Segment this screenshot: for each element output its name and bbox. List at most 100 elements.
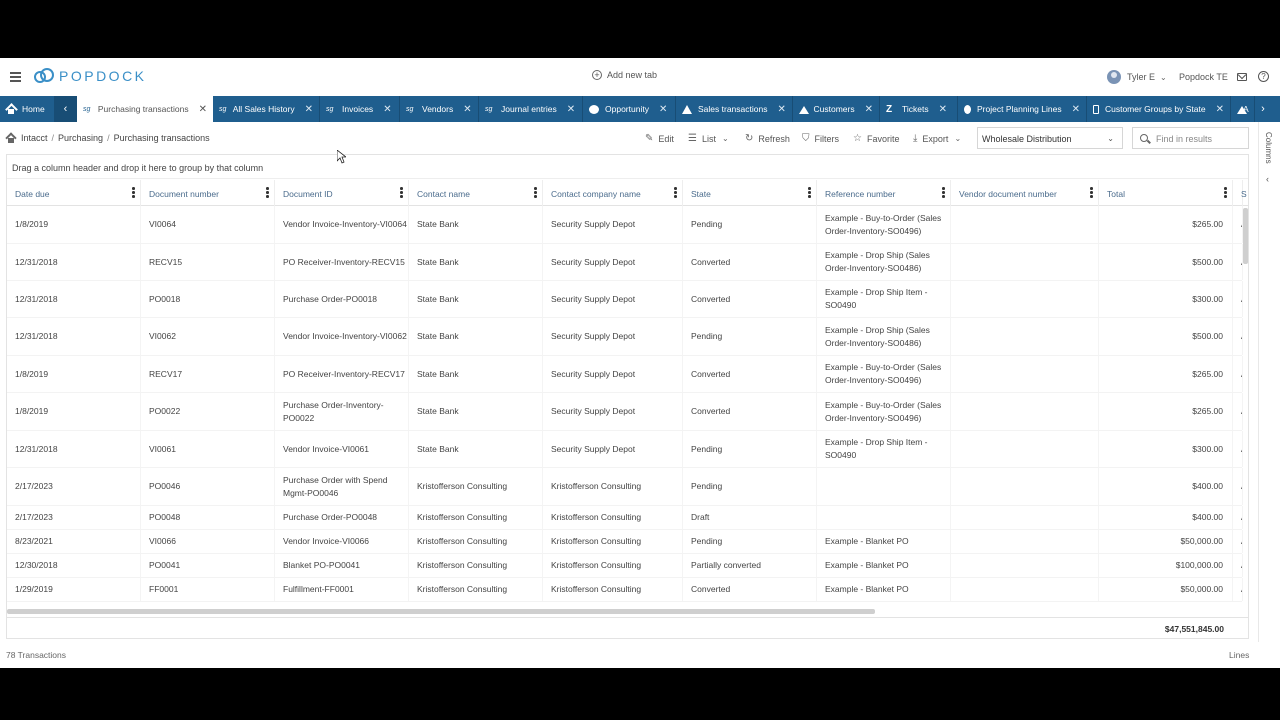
column-header[interactable]: Reference number [817,180,951,206]
user-menu[interactable]: Tyler E ⌄ [1107,70,1167,84]
table-cell: $300.00 [1099,281,1233,317]
column-menu-icon[interactable] [942,187,945,198]
column-menu-icon[interactable] [674,187,677,198]
close-icon[interactable]: ✕ [1216,104,1224,115]
column-header[interactable]: Document number [141,180,275,206]
column-menu-icon[interactable] [132,187,135,198]
table-cell: PO0046 [141,468,275,505]
table-row[interactable]: 1/8/2019 VI0064 Vendor Invoice-Inventory-V… [7,206,1243,244]
help-icon[interactable]: ? [1258,71,1269,82]
tab-all-sales-history[interactable]: sg All Sales History ✕ [213,96,320,122]
column-header-label: Contact company name [551,189,641,199]
tab-scroll-right-button[interactable]: › [1255,96,1271,122]
view-select[interactable]: Wholesale Distribution ⌄ [977,127,1123,149]
mail-icon[interactable] [1237,73,1247,81]
add-new-tab-button[interactable]: + Add new tab [592,70,657,80]
close-icon[interactable]: ✕ [199,104,207,115]
tab-invoices[interactable]: sg Invoices ✕ [320,96,400,122]
close-icon[interactable]: ✕ [463,104,471,115]
breadcrumb-separator: / [51,133,55,143]
home-icon[interactable] [6,134,16,143]
table-row[interactable]: 2/17/2023 PO0046 Purchase Order with Spend… [7,468,1243,506]
table-cell: State Bank [409,393,543,430]
breadcrumb-item[interactable]: Purchasing [58,133,103,143]
list-view-button[interactable]: ☰ List ⌄ [688,133,729,144]
table-row[interactable]: 12/30/2018 PO0041 Blanket PO-PO0041 Kristof… [7,554,1243,578]
column-header[interactable]: Total [1099,180,1233,206]
tab-home[interactable]: Home [0,96,55,122]
table-row[interactable]: 2/17/2023 PO0048 Purchase Order-PO0048 Kris… [7,506,1243,530]
app-window: POPDOCK + Add new tab Tyler E ⌄ Popdock … [0,58,1280,668]
refresh-label: Refresh [758,133,790,144]
breadcrumb-item[interactable]: Intacct [21,133,48,143]
search-input[interactable]: Find in results [1132,127,1249,149]
column-header[interactable]: State [683,180,817,206]
table-cell: Security Supply Depot [543,393,683,430]
column-header[interactable]: Contact company name [543,180,683,206]
group-drop-zone[interactable]: Drag a column header and drop it here to… [7,155,1248,179]
close-icon[interactable]: ✕ [1072,104,1080,115]
export-button[interactable]: ⤓ Export ⌄ [913,133,961,144]
column-header[interactable]: S [1233,180,1247,206]
table-cell [817,506,951,529]
close-icon[interactable]: ✕ [777,104,785,115]
filters-button[interactable]: ⛉ Filters [802,133,839,144]
table-cell: Purchase Order with Spend Mgmt-PO0046 [275,468,409,505]
close-icon[interactable]: ✕ [939,104,947,115]
column-header[interactable]: Contact name [409,180,543,206]
tab-vendors[interactable]: sg Vendors ✕ [400,96,479,122]
edit-button[interactable]: ✎ Edit [645,133,674,144]
close-icon[interactable]: ✕ [659,104,667,115]
tab-project-planning-lines[interactable]: Project Planning Lines ✕ [958,96,1087,122]
column-menu-icon[interactable] [400,187,403,198]
tab-customer-groups-by-state[interactable]: Customer Groups by State ✕ [1087,96,1231,122]
column-menu-icon[interactable] [534,187,537,198]
column-menu-icon[interactable] [1224,187,1227,198]
table-cell: 12/31/2018 [7,281,141,317]
table-row[interactable]: 12/31/2018 VI0061 Vendor Invoice-VI0061 Sta… [7,431,1243,468]
table-cell: Kristofferson Consulting [409,468,543,505]
horizontal-scrollbar[interactable] [7,609,875,614]
table-row[interactable]: 12/31/2018 PO0018 Purchase Order-PO0018 Sta… [7,281,1243,318]
table-cell: 1/8/2019 [7,206,141,243]
home-icon [6,105,16,114]
column-header[interactable]: Date due [7,180,141,206]
table-row[interactable]: 12/31/2018 RECV15 PO Receiver-Inventory-RE… [7,244,1243,281]
company-name[interactable]: Popdock TE [1179,72,1228,82]
close-icon[interactable]: ✕ [865,104,873,115]
close-icon[interactable]: ✕ [383,104,391,115]
lines-link[interactable]: Lines [1229,650,1249,660]
tab-opportunity[interactable]: Opportunity ✕ [583,96,676,122]
tab-tickets[interactable]: Z Tickets ✕ [880,96,958,122]
popdock-logo[interactable]: POPDOCK [33,68,147,84]
columns-side-panel[interactable]: Columns ‹ [1258,122,1280,642]
table-row[interactable]: 8/23/2021 VI0066 Vendor Invoice-VI0066 Kris… [7,530,1243,554]
favorite-button[interactable]: ☆ Favorite [853,133,899,144]
breadcrumb-separator: / [107,133,110,143]
table-row[interactable]: 1/29/2019 FF0001 Fulfillment-FF0001 Kristof… [7,578,1243,602]
refresh-button[interactable]: ↻ Refresh [745,133,790,144]
close-icon[interactable]: ✕ [305,104,313,115]
close-icon[interactable]: ✕ [567,104,575,115]
tab-scroll-left-button[interactable]: ‹ [55,96,77,122]
column-menu-icon[interactable] [808,187,811,198]
vertical-scrollbar[interactable] [1243,208,1248,264]
column-header[interactable]: Document ID [275,180,409,206]
column-header[interactable]: Vendor document number [951,180,1099,206]
tab-purchasing-transactions[interactable]: sg Purchasing transactions ✕ [77,96,213,122]
table-cell: 12/31/2018 [7,244,141,280]
table-cell: Purchase Order-Inventory-PO0022 [275,393,409,430]
chevron-down-icon: ⌄ [721,134,729,143]
table-row[interactable]: 12/31/2018 VI0062 Vendor Invoice-Inventory… [7,318,1243,356]
table-row[interactable]: 1/8/2019 RECV17 PO Receiver-Inventory-RECV… [7,356,1243,393]
tab-truncated[interactable]: A [1231,96,1255,122]
table-row[interactable]: 1/8/2019 PO0022 Purchase Order-Inventory-P… [7,393,1243,431]
column-menu-icon[interactable] [1090,187,1093,198]
table-cell [951,578,1099,601]
tab-customers[interactable]: Customers ✕ [793,96,880,122]
column-menu-icon[interactable] [266,187,269,198]
hamburger-menu-icon[interactable] [10,72,21,82]
table-cell: Pending [683,530,817,553]
tab-journal-entries[interactable]: sg Journal entries ✕ [479,96,583,122]
tab-sales-transactions[interactable]: Sales transactions ✕ [676,96,793,122]
